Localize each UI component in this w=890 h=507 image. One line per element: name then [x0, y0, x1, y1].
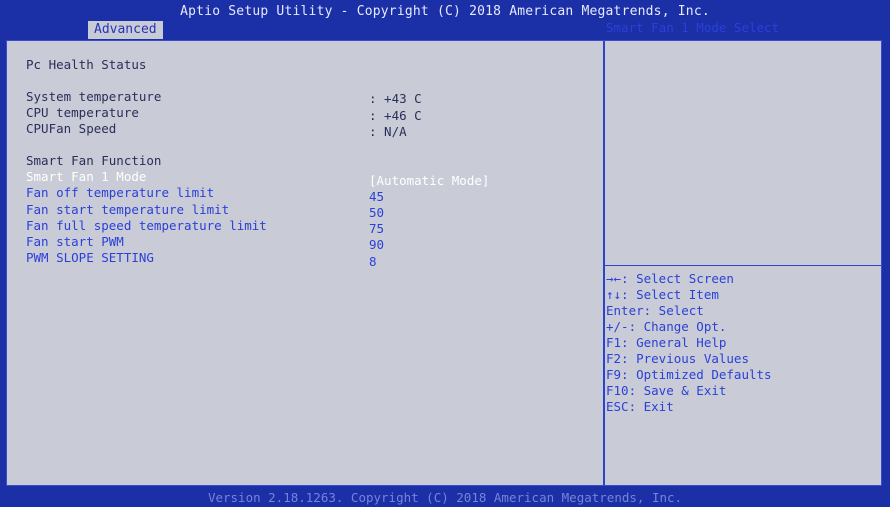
key-help-select-screen: →←: Select Screen — [606, 271, 734, 286]
key-help-select-item: ↑↓: Select Item — [606, 287, 719, 302]
key-help-enter: Enter: Select — [606, 303, 704, 318]
setting-fan-off-temp-limit[interactable]: Fan off temperature limit — [26, 185, 214, 200]
setting-pwm-slope[interactable]: PWM SLOPE SETTING — [26, 250, 154, 265]
status-value-cpufan-speed: : N/A — [369, 124, 407, 139]
help-description: Smart Fan 1 Mode Select — [606, 20, 780, 35]
smart-fan-heading: Smart Fan Function — [26, 153, 162, 168]
setting-fan-full-speed-temp-limit[interactable]: Fan full speed temperature limit — [26, 218, 267, 233]
setting-fan-start-pwm[interactable]: Fan start PWM — [26, 234, 124, 249]
bios-title: Aptio Setup Utility - Copyright (C) 2018… — [180, 4, 710, 19]
footer-bar: Version 2.18.1263. Copyright (C) 2018 Am… — [0, 486, 890, 507]
setting-smart-fan-1-mode-value[interactable]: [Automatic Mode] — [369, 173, 489, 188]
status-value-system-temp: : +43 C — [369, 91, 422, 106]
section-title: Pc Health Status — [26, 57, 147, 72]
key-help-change-opt: +/-: Change Opt. — [606, 319, 727, 334]
key-help-esc-exit: ESC: Exit — [606, 399, 674, 414]
tab-advanced[interactable]: Advanced — [88, 21, 163, 39]
status-label-system-temp: System temperature — [26, 89, 162, 104]
key-help-save-exit: F10: Save & Exit — [606, 383, 727, 398]
key-help-general-help: F1: General Help — [606, 335, 727, 350]
setting-fan-start-pwm-value[interactable]: 90 — [369, 237, 384, 252]
setting-smart-fan-1-mode[interactable]: Smart Fan 1 Mode — [26, 169, 146, 184]
setting-fan-full-speed-temp-limit-value[interactable]: 75 — [369, 221, 384, 236]
key-help-optimized-defaults: F9: Optimized Defaults — [606, 367, 772, 382]
help-divider — [605, 265, 881, 266]
status-label-cpufan-speed: CPUFan Speed — [26, 121, 117, 136]
status-label-cpu-temp: CPU temperature — [26, 105, 139, 120]
setting-fan-start-temp-limit[interactable]: Fan start temperature limit — [26, 202, 229, 217]
help-panel — [605, 41, 881, 485]
version-footer: Version 2.18.1263. Copyright (C) 2018 Am… — [207, 490, 683, 505]
setting-pwm-slope-value[interactable]: 8 — [369, 254, 377, 269]
setting-fan-off-temp-limit-value[interactable]: 45 — [369, 189, 384, 204]
key-help-previous-values: F2: Previous Values — [606, 351, 749, 366]
status-value-cpu-temp: : +46 C — [369, 108, 422, 123]
setting-fan-start-temp-limit-value[interactable]: 50 — [369, 205, 384, 220]
